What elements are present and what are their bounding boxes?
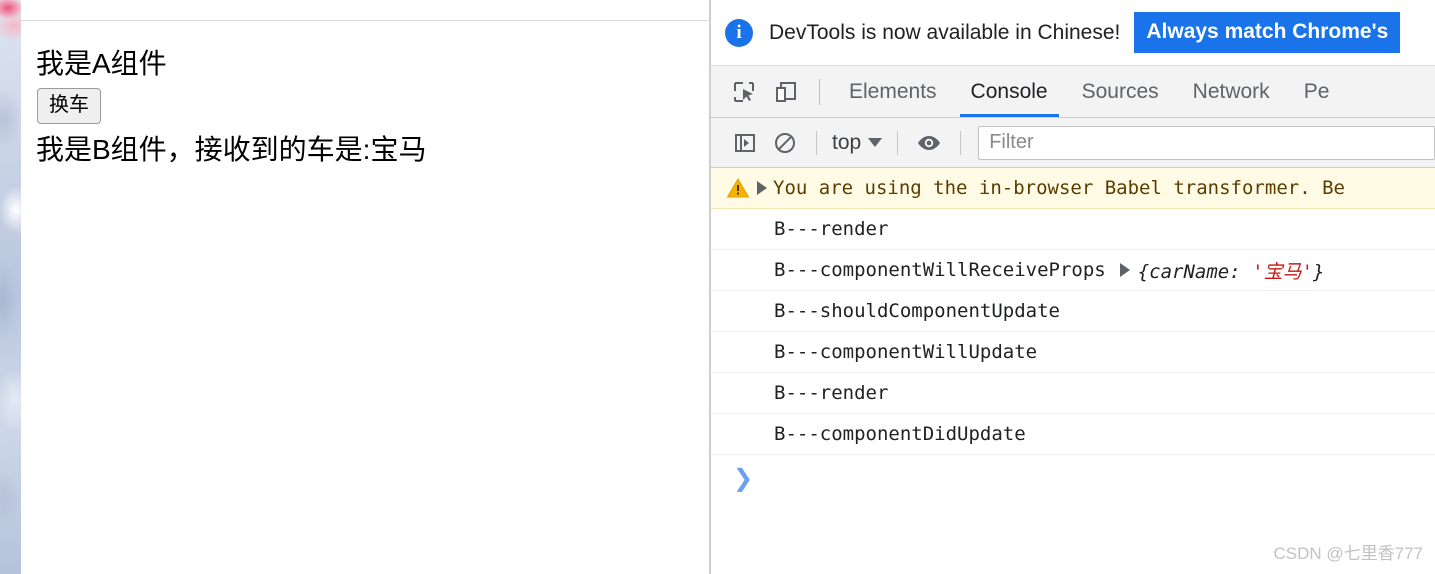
- prompt-chevron-icon: ❯: [733, 464, 754, 492]
- screenshot-root: 我是A组件 换车 我是B组件，接收到的车是:宝马 i DevTools is n…: [0, 0, 1435, 574]
- always-match-chrome-button[interactable]: Always match Chrome's: [1134, 12, 1401, 53]
- object-string-value: '宝马': [1252, 260, 1314, 283]
- console-filter-input[interactable]: [978, 125, 1435, 160]
- browser-page-viewport: 我是A组件 换车 我是B组件，接收到的车是:宝马: [21, 0, 709, 574]
- console-message-row[interactable]: B---shouldComponentUpdate: [711, 291, 1435, 332]
- console-sidebar-icon[interactable]: [725, 124, 765, 162]
- object-expand-arrow-icon[interactable]: [1119, 263, 1130, 277]
- tab-network[interactable]: Network: [1176, 66, 1287, 117]
- object-preview: {carName: '宝马'}: [1138, 257, 1325, 284]
- console-filter-toolbar: top: [711, 118, 1435, 168]
- filter-divider-2: [897, 130, 899, 155]
- clear-console-icon[interactable]: [765, 124, 805, 162]
- page-content: 我是A组件 换车 我是B组件，接收到的车是:宝马: [21, 22, 709, 574]
- object-open: {carName:: [1137, 260, 1253, 283]
- console-message-row[interactable]: B---componentWillUpdate: [711, 332, 1435, 373]
- console-message-text: B---componentDidUpdate: [774, 423, 1026, 445]
- console-message-warning[interactable]: You are using the in-browser Babel trans…: [711, 168, 1435, 209]
- execution-context-label: top: [832, 130, 862, 154]
- chevron-down-icon: [868, 138, 883, 147]
- tab-console[interactable]: Console: [954, 66, 1065, 117]
- console-message-text: B---render: [774, 218, 889, 240]
- console-message-text: You are using the in-browser Babel trans…: [773, 177, 1345, 199]
- devtools-locale-banner: i DevTools is now available in Chinese! …: [711, 0, 1435, 66]
- component-b-label: 我是B组件，接收到的车是:宝马: [36, 133, 427, 165]
- execution-context-dropdown[interactable]: top: [828, 131, 886, 155]
- swap-car-button[interactable]: 换车: [37, 87, 101, 124]
- component-a-label: 我是A组件: [36, 48, 167, 79]
- console-message-text: B---shouldComponentUpdate: [774, 300, 1060, 322]
- object-close: }: [1313, 260, 1325, 283]
- toolbar-divider: [819, 78, 820, 105]
- console-message-row[interactable]: B---render: [711, 209, 1435, 250]
- devtools-panel: i DevTools is now available in Chinese! …: [709, 0, 1435, 574]
- filter-divider-1: [816, 130, 817, 155]
- page-top-strip: [21, 0, 709, 21]
- info-icon: i: [725, 18, 753, 47]
- console-message-text: B---componentWillReceiveProps: [774, 259, 1106, 281]
- live-expression-eye-icon[interactable]: [909, 124, 949, 162]
- device-toolbar-icon[interactable]: [765, 72, 807, 112]
- warning-triangle-icon: [727, 178, 749, 198]
- inspect-element-icon[interactable]: [723, 72, 765, 112]
- expand-arrow-icon[interactable]: [757, 181, 767, 195]
- console-message-list[interactable]: You are using the in-browser Babel trans…: [711, 168, 1435, 571]
- console-message-text: B---componentWillUpdate: [774, 341, 1038, 363]
- console-prompt-row[interactable]: ❯: [711, 455, 1435, 501]
- desktop-wallpaper-strip: [0, 0, 21, 574]
- console-message-row[interactable]: B---componentDidUpdate: [711, 414, 1435, 455]
- devtools-tab-bar: Elements Console Sources Network Pe: [711, 66, 1435, 118]
- filter-divider-3: [960, 130, 962, 155]
- console-message-row[interactable]: B---render: [711, 373, 1435, 414]
- banner-message: DevTools is now available in Chinese!: [769, 20, 1121, 44]
- console-message-text: B---render: [774, 382, 889, 404]
- tab-elements[interactable]: Elements: [832, 66, 954, 117]
- console-message-row[interactable]: B---componentWillReceiveProps {carName: …: [711, 250, 1435, 291]
- tab-sources[interactable]: Sources: [1065, 66, 1176, 117]
- tab-performance[interactable]: Pe: [1287, 66, 1347, 117]
